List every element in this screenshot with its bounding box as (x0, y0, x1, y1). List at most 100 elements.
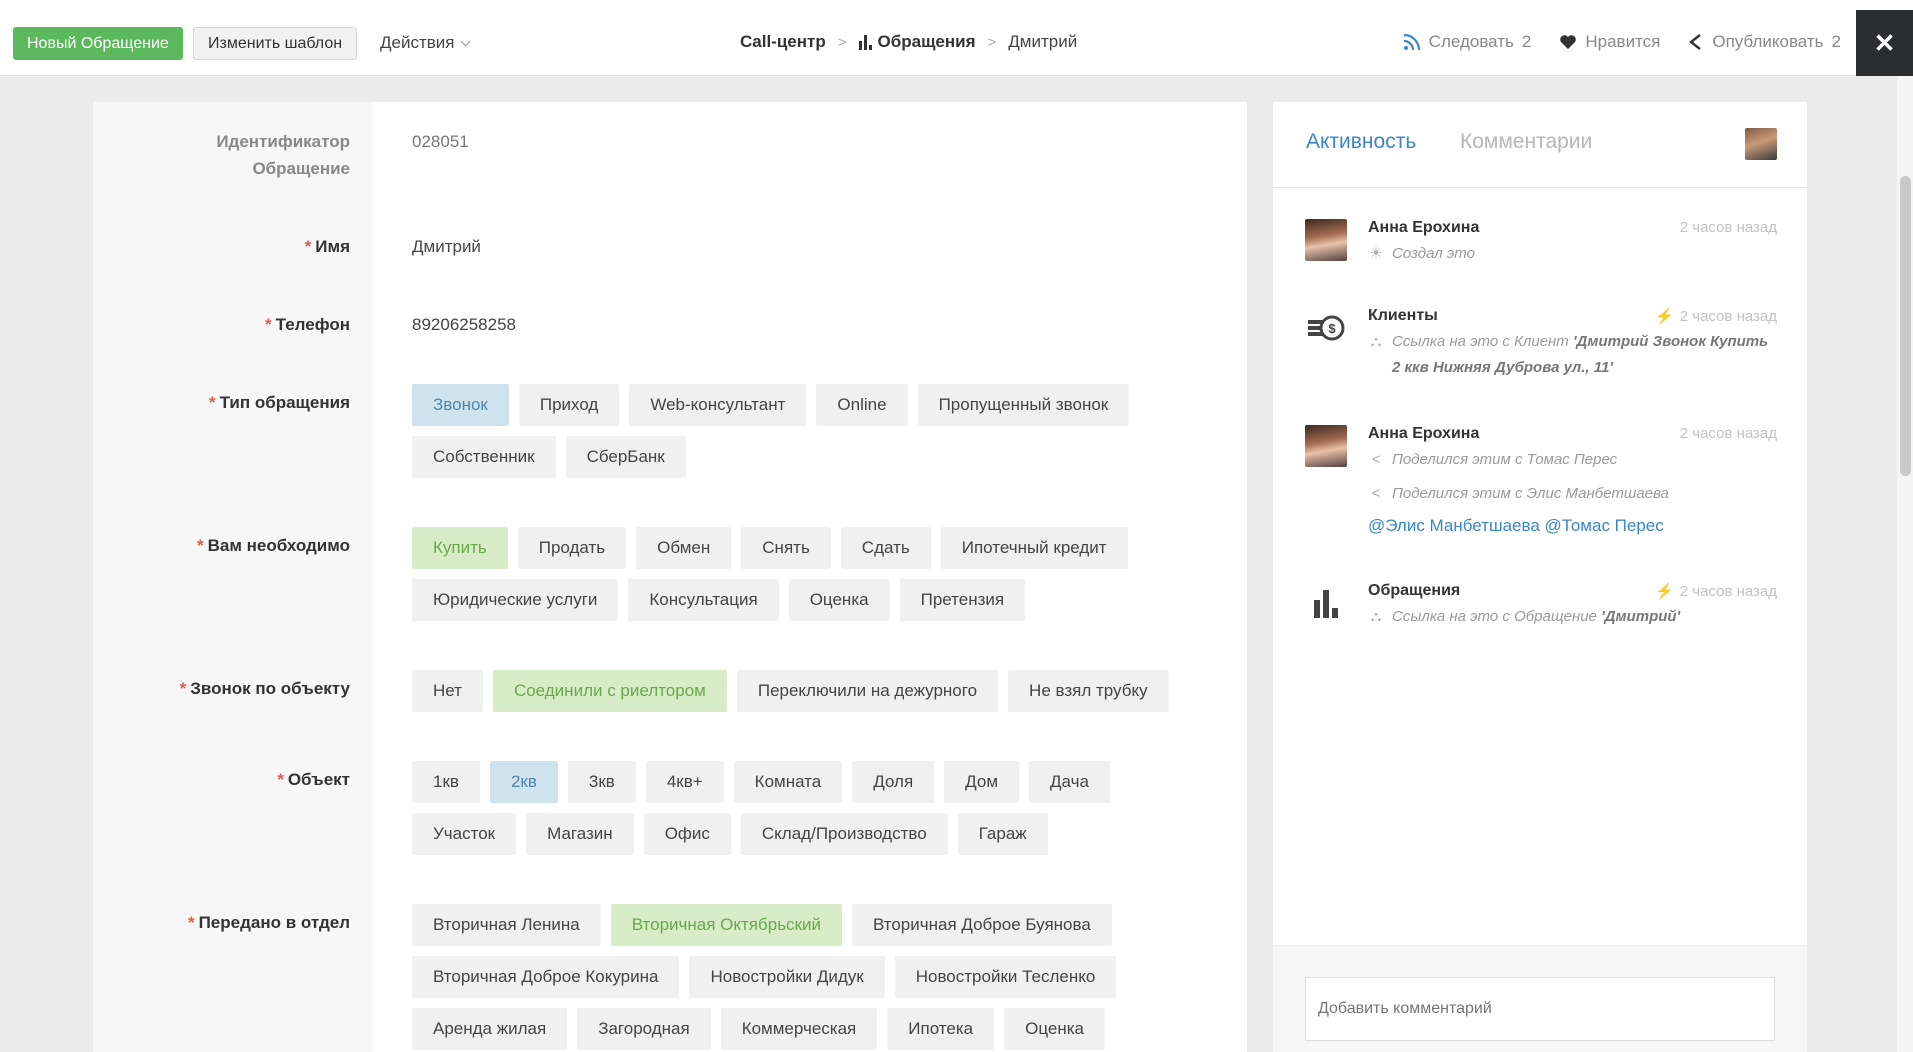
phone-value[interactable]: 89206258258 (412, 311, 516, 338)
share-icon (1689, 34, 1702, 50)
name-value[interactable]: Дмитрий (412, 233, 481, 260)
option-chip[interactable]: Online (816, 384, 908, 426)
option-chip[interactable]: Нет (412, 670, 483, 712)
option-chip[interactable]: Снять (741, 527, 831, 569)
option-chip[interactable]: Соединили с риелтором (492, 670, 727, 712)
option-chip[interactable]: Оценка (1004, 1008, 1105, 1050)
activity-line: ☀ Создал это (1368, 241, 1777, 267)
option-chip[interactable]: Приход (518, 384, 620, 426)
bar-chart-icon (1305, 582, 1347, 624)
option-chip[interactable]: Консультация (628, 579, 779, 621)
follow-label: Следовать (1428, 32, 1514, 51)
activity-line: ⛬ Ссылка на это с Клиент 'Дмитрий Звонок… (1368, 329, 1777, 381)
avatar (1305, 425, 1347, 467)
option-chip[interactable]: 3кв (567, 761, 636, 803)
option-chip[interactable]: Юридические услуги (412, 579, 619, 621)
option-chip[interactable]: 2кв (489, 761, 558, 803)
option-chip[interactable]: Вторичная Ленина (412, 904, 601, 946)
activity-item: Анна Ерохина 2 часов назад < Поделился э… (1305, 425, 1777, 545)
option-chip[interactable]: Новостройки Дидук (689, 956, 885, 998)
publish-button[interactable]: Опубликовать 2 (1688, 32, 1841, 52)
activity-author[interactable]: Обращения (1368, 582, 1460, 600)
follow-button[interactable]: Следовать 2 (1403, 32, 1531, 52)
edit-template-button[interactable]: Изменить шаблон (193, 27, 358, 60)
breadcrumb-root[interactable]: Call-центр (740, 32, 826, 52)
option-chip[interactable]: Вторичная Доброе Буянова (851, 904, 1112, 946)
field-label: * Тип обращения (209, 393, 350, 412)
activity-author[interactable]: Клиенты (1368, 307, 1438, 325)
option-chip[interactable]: Web-консультант (629, 384, 807, 426)
option-chip[interactable]: СберБанк (565, 436, 686, 478)
option-chip[interactable]: Претензия (899, 579, 1026, 621)
id-value: 028051 (412, 132, 469, 151)
actions-dropdown[interactable]: Действия (380, 33, 471, 53)
activity-line: ⛬ Ссылка на это с Обращение 'Дмитрий' (1368, 604, 1777, 630)
activity-item: Обращения ⚡ 2 часов назад ⛬ Ссылка на это… (1305, 582, 1777, 632)
option-chip[interactable]: Обмен (636, 527, 732, 569)
option-chip[interactable]: Собственник (412, 436, 556, 478)
option-chip[interactable]: Ипотека (887, 1008, 995, 1050)
option-chip[interactable]: Новостройки Тесленко (894, 956, 1117, 998)
activity-time: 2 часов назад (1679, 425, 1777, 442)
option-chip[interactable]: Ипотечный кредит (940, 527, 1128, 569)
option-chip[interactable]: 4кв+ (645, 761, 724, 803)
new-request-button[interactable]: Новый Обращение (13, 27, 183, 60)
scrollbar[interactable] (1897, 76, 1913, 1052)
option-chip[interactable]: Переключили на дежурного (736, 670, 999, 712)
option-chip[interactable]: Пропущенный звонок (917, 384, 1130, 426)
option-chip[interactable]: Коммерческая (720, 1008, 878, 1050)
bolt-icon: ⚡ (1655, 308, 1674, 325)
close-button[interactable]: ✕ (1856, 10, 1913, 76)
option-chip[interactable]: Продать (517, 527, 627, 569)
option-chip[interactable]: Загородная (577, 1008, 711, 1050)
share-icon: < (1371, 485, 1381, 502)
chevron-down-icon (461, 36, 471, 46)
call-options: Нет Соединили с риелтором Переключили на д… (412, 670, 1212, 712)
option-chip[interactable]: Вторичная Доброе Кокурина (412, 956, 680, 998)
option-chip[interactable]: Офис (643, 813, 731, 855)
field-label: * Вам необходимо (196, 536, 350, 555)
publish-label: Опубликовать (1712, 32, 1824, 51)
option-chip[interactable]: Комната (733, 761, 843, 803)
comment-input[interactable] (1305, 977, 1775, 1041)
breadcrumb: Call-центр > Обращения > Дмитрий (740, 32, 1077, 52)
chevron-right-icon: > (837, 33, 847, 51)
record-form: Идентификатор Обращение 028051 * Имя Дмит… (93, 102, 1247, 1052)
sparkle-icon: ☀ (1369, 245, 1383, 262)
option-chip[interactable]: Гараж (957, 813, 1048, 855)
like-button[interactable]: Нравится (1559, 32, 1660, 52)
option-chip[interactable]: Магазин (526, 813, 634, 855)
top-bar: Новый Обращение Изменить шаблон Действия… (0, 0, 1913, 76)
option-chip[interactable]: Аренда жилая (412, 1008, 568, 1050)
linked-record[interactable]: 'Дмитрий' (1601, 608, 1680, 625)
activity-line: < Поделился этим с Томас Перес (1368, 447, 1777, 473)
activity-author[interactable]: Анна Ерохина (1368, 219, 1479, 237)
activity-tabs: Активность Комментарии (1273, 102, 1807, 188)
breadcrumb-section[interactable]: Обращения (858, 32, 976, 52)
option-chip[interactable]: Склад/Производство (740, 813, 948, 855)
activity-author[interactable]: Анна Ерохина (1368, 425, 1479, 443)
avatar (1305, 219, 1347, 261)
option-chip[interactable]: Доля (852, 761, 935, 803)
option-chip[interactable]: Дача (1029, 761, 1110, 803)
avatar[interactable] (1745, 128, 1777, 160)
breadcrumb-section-label: Обращения (877, 32, 976, 51)
mention-links[interactable]: @Элис Манбетшаева @Томас Перес (1368, 516, 1664, 536)
scrollbar-thumb[interactable] (1900, 176, 1911, 476)
option-chip[interactable]: 1кв (412, 761, 480, 803)
heart-icon (1560, 35, 1577, 49)
option-chip[interactable]: Участок (412, 813, 517, 855)
tab-activity[interactable]: Активность (1306, 130, 1416, 154)
activity-line: < Поделился этим с Элис Манбетшаева (1368, 481, 1777, 507)
share-icon: < (1371, 451, 1381, 468)
option-chip[interactable]: Звонок (412, 384, 509, 426)
rss-icon (1403, 33, 1420, 51)
option-chip[interactable]: Вторичная Октябрьский (610, 904, 842, 946)
option-chip[interactable]: Не взял трубку (1008, 670, 1169, 712)
option-chip[interactable]: Оценка (788, 579, 890, 621)
option-chip[interactable]: Дом (944, 761, 1020, 803)
option-chip[interactable]: Сдать (840, 527, 931, 569)
option-chip[interactable]: Купить (412, 527, 508, 569)
tab-comments[interactable]: Комментарии (1460, 130, 1592, 154)
field-label: * Имя (304, 237, 350, 256)
